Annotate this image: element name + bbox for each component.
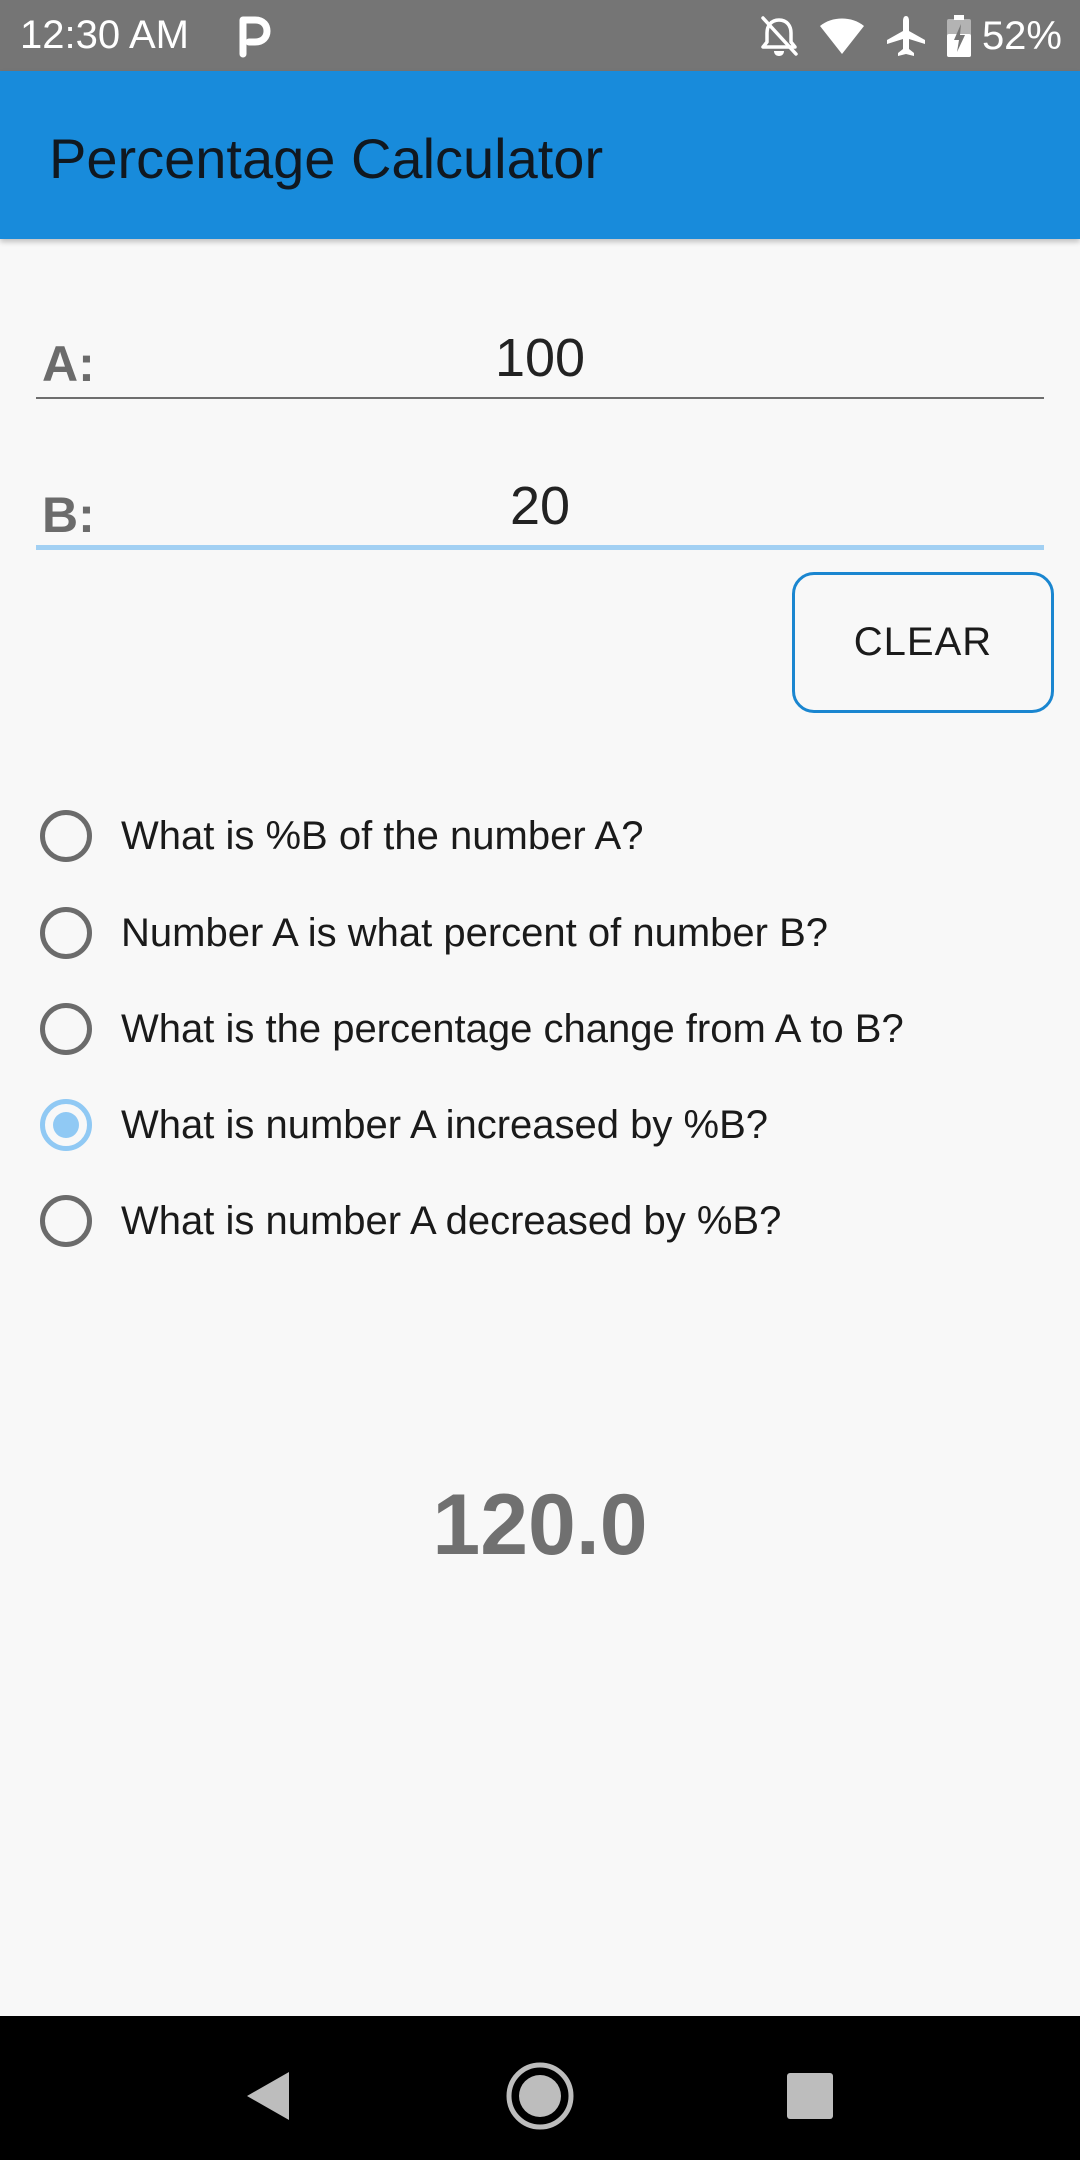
radio-checked-icon[interactable] (40, 1099, 92, 1151)
app-title: Percentage Calculator (49, 127, 604, 190)
option-percentage-change[interactable]: What is the percentage change from A to … (40, 994, 1040, 1064)
option-a-increased-by-b[interactable]: What is number A increased by %B? (40, 1090, 1040, 1160)
recents-icon[interactable] (770, 2056, 850, 2136)
field-b-underline (36, 545, 1044, 550)
battery-charging-icon (946, 14, 972, 58)
option-percent-of-a[interactable]: What is %B of the number A? (40, 801, 1040, 871)
radio-unchecked-icon[interactable] (40, 810, 92, 862)
radio-unchecked-icon[interactable] (40, 907, 92, 959)
airplane-mode-icon (884, 14, 928, 58)
navigation-bar (0, 2016, 1080, 2160)
option-a-percent-of-b[interactable]: Number A is what percent of number B? (40, 898, 1040, 968)
home-icon[interactable] (500, 2056, 580, 2136)
option-label: What is %B of the number A? (121, 813, 644, 858)
status-icons: 52% (758, 12, 1062, 60)
option-label: What is number A increased by %B? (121, 1102, 768, 1147)
field-a-label: A: (42, 336, 95, 392)
field-a-input[interactable] (120, 328, 960, 388)
radio-unchecked-icon[interactable] (40, 1003, 92, 1055)
clear-button[interactable]: CLEAR (792, 572, 1054, 713)
field-b-input[interactable] (120, 476, 960, 536)
notifications-off-icon (758, 14, 800, 58)
option-label: Number A is what percent of number B? (121, 910, 829, 955)
status-bar: 12:30 AM 52% (0, 0, 1080, 71)
field-b-label: B: (42, 487, 95, 543)
radio-unchecked-icon[interactable] (40, 1195, 92, 1247)
parking-icon (233, 14, 273, 58)
app-bar: Percentage Calculator (0, 71, 1080, 239)
battery-percent: 52% (981, 14, 1062, 58)
wifi-icon (818, 16, 866, 56)
option-label: What is the percentage change from A to … (121, 1006, 904, 1051)
status-time: 12:30 AM (20, 13, 190, 57)
option-label: What is number A decreased by %B? (121, 1198, 782, 1243)
field-a-underline (36, 397, 1044, 399)
option-a-decreased-by-b[interactable]: What is number A decreased by %B? (40, 1186, 1040, 1256)
result-value: 120.0 (432, 1477, 648, 1573)
back-icon[interactable] (228, 2056, 308, 2136)
